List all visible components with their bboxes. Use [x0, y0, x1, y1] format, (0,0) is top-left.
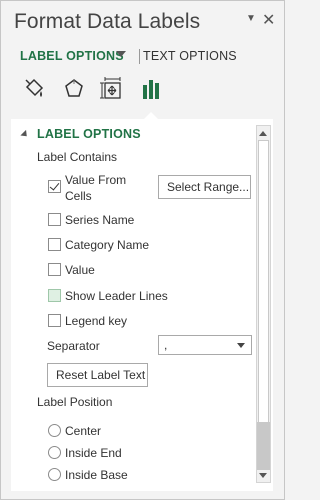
- value-checkbox[interactable]: [48, 263, 61, 276]
- active-category-pointer: [144, 112, 158, 119]
- fill-line-icon[interactable]: [21, 75, 47, 105]
- value-from-cells-label-line2[interactable]: Cells: [65, 189, 92, 203]
- position-center-radio[interactable]: [48, 424, 61, 437]
- position-inside-base-radio[interactable]: [48, 468, 61, 481]
- tab-label-options[interactable]: LABEL OPTIONS: [20, 49, 124, 63]
- separator-label: Separator: [47, 339, 100, 353]
- pane-options-caret-icon[interactable]: ▼: [246, 13, 256, 24]
- tab-separator: [139, 49, 140, 64]
- position-inside-end-radio[interactable]: [48, 446, 61, 459]
- category-icon-toolbar: [1, 75, 284, 109]
- series-name-label[interactable]: Series Name: [65, 213, 134, 227]
- vertical-scrollbar[interactable]: [256, 125, 271, 483]
- reset-label-text-button[interactable]: Reset Label Text: [47, 363, 148, 387]
- chevron-down-icon[interactable]: [237, 343, 245, 348]
- label-contains-heading: Label Contains: [37, 150, 118, 164]
- series-name-checkbox[interactable]: [48, 213, 61, 226]
- value-from-cells-checkbox[interactable]: [48, 180, 61, 193]
- label-position-heading: Label Position: [37, 395, 113, 409]
- category-name-checkbox[interactable]: [48, 238, 61, 251]
- size-properties-icon[interactable]: [100, 75, 126, 105]
- show-leader-lines-checkbox[interactable]: [48, 289, 61, 302]
- legend-key-checkbox[interactable]: [48, 314, 61, 327]
- scrollbar-track[interactable]: [258, 140, 269, 432]
- label-options-bar-icon[interactable]: [139, 75, 165, 105]
- show-leader-lines-label[interactable]: Show Leader Lines: [65, 289, 168, 303]
- position-inside-end-label[interactable]: Inside End: [65, 446, 122, 460]
- legend-key-label[interactable]: Legend key: [65, 314, 127, 328]
- scrollbar-thumb[interactable]: [257, 422, 270, 470]
- options-tabs: LABEL OPTIONS TEXT OPTIONS: [1, 49, 284, 67]
- format-data-labels-pane: Format Data Labels ▼ ✕ LABEL OPTIONS TEX…: [0, 0, 285, 500]
- separator-dropdown-value: ,: [164, 338, 168, 352]
- position-center-label[interactable]: Center: [65, 424, 101, 438]
- category-name-label[interactable]: Category Name: [65, 238, 149, 252]
- section-title[interactable]: LABEL OPTIONS: [37, 127, 141, 141]
- scroll-down-arrow-icon[interactable]: [259, 473, 267, 478]
- pane-title: Format Data Labels: [14, 10, 201, 33]
- position-inside-base-label[interactable]: Inside Base: [65, 468, 128, 482]
- scroll-up-arrow-icon[interactable]: [259, 131, 267, 136]
- tab-label-options-chevron-down-icon[interactable]: [116, 51, 126, 57]
- value-from-cells-label-line1[interactable]: Value From: [65, 173, 126, 187]
- tab-text-options[interactable]: TEXT OPTIONS: [143, 49, 237, 63]
- close-icon[interactable]: ✕: [262, 10, 275, 30]
- select-range-button[interactable]: Select Range...: [158, 175, 251, 199]
- value-label[interactable]: Value: [65, 263, 95, 277]
- separator-dropdown[interactable]: ,: [158, 335, 252, 355]
- effects-pentagon-icon[interactable]: [61, 75, 87, 105]
